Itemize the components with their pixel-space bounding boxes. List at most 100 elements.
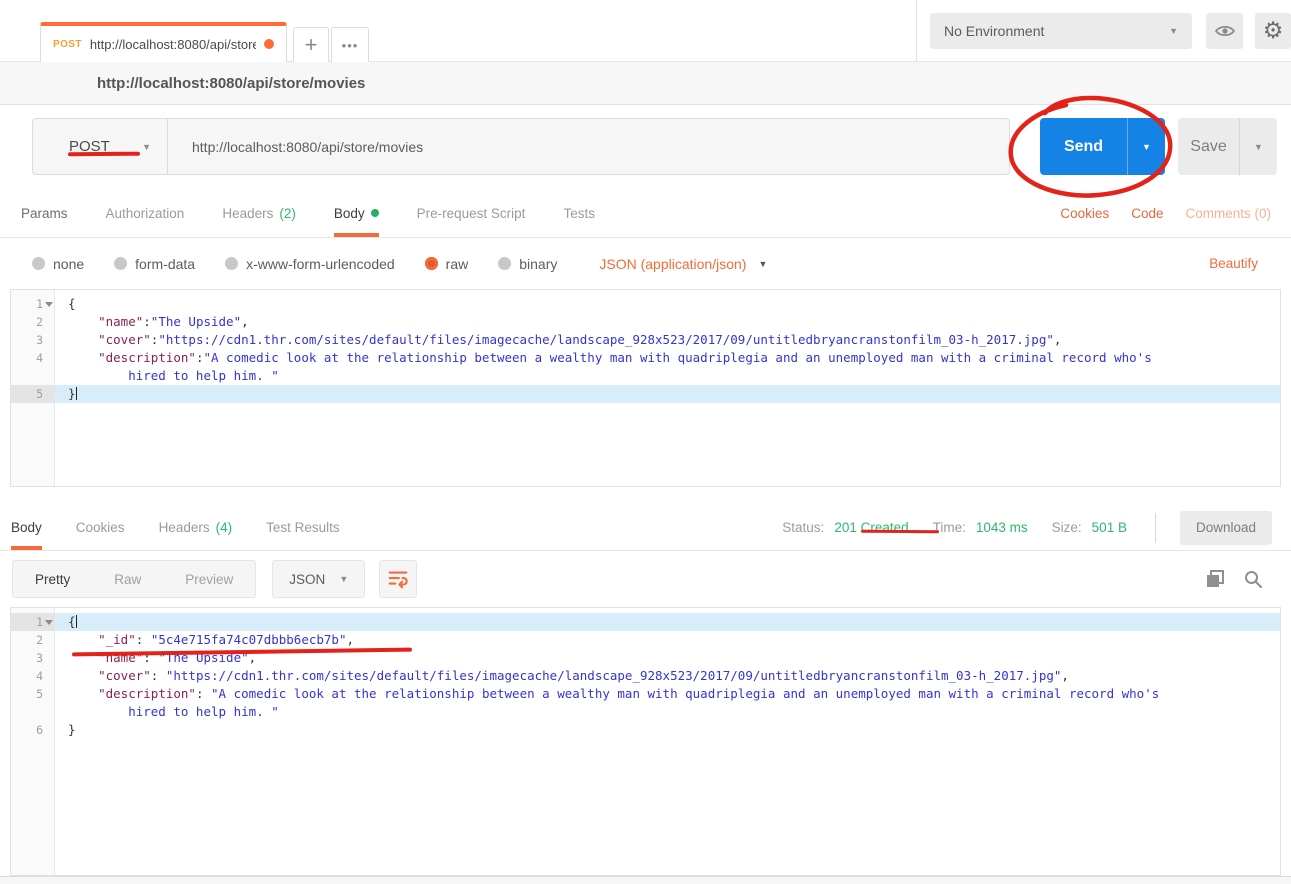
tab-count: (2): [279, 206, 296, 221]
settings-button[interactable]: ⚙: [1255, 13, 1291, 49]
chevron-down-icon: ▼: [1254, 142, 1263, 152]
request-tabs: Params Authorization Headers (2) Body Pre-req…: [0, 190, 595, 237]
response-tabs: Body Cookies Headers (4) Test Results: [0, 505, 340, 550]
fold-caret-icon[interactable]: [45, 302, 53, 307]
chevron-down-icon: ▼: [758, 259, 767, 269]
code-line: 4 "description":"A comedic look at the r…: [11, 349, 1280, 367]
tab-label: Tests: [563, 206, 595, 221]
body-mode-form-data[interactable]: form-data: [114, 256, 195, 272]
content-type-label: JSON (application/json): [599, 256, 746, 272]
line-number: 4: [11, 349, 55, 367]
send-button[interactable]: Send ▼: [1040, 118, 1165, 175]
link-cookies[interactable]: Cookies: [1060, 206, 1109, 221]
request-tab-tests[interactable]: Tests: [563, 190, 595, 237]
environment-quick-look-button[interactable]: [1206, 13, 1243, 49]
tab-label: Headers: [222, 206, 273, 221]
time-label: Time:: [933, 520, 966, 535]
gear-icon: ⚙: [1263, 20, 1284, 43]
line-content: "cover": "https://cdn1.thr.com/sites/def…: [55, 667, 1280, 685]
mode-label: binary: [519, 256, 557, 272]
link-comments-0[interactable]: Comments (0): [1185, 206, 1271, 221]
beautify-link[interactable]: Beautify: [1209, 256, 1291, 271]
response-tab-cookies[interactable]: Cookies: [76, 505, 125, 550]
copy-icon[interactable]: [1205, 569, 1225, 589]
size-label: Size:: [1052, 520, 1082, 535]
line-number: 4: [11, 667, 55, 685]
tab-url-label: http://localhost:8080/api/store/: [90, 37, 256, 52]
code-line: 4 "cover": "https://cdn1.thr.com/sites/d…: [11, 667, 1280, 685]
save-label[interactable]: Save: [1178, 118, 1239, 175]
body-set-dot-icon: [371, 209, 379, 217]
view-preview[interactable]: Preview: [163, 572, 255, 587]
line-number: [11, 367, 55, 385]
response-body-editor[interactable]: 1{2 "_id": "5c4e715fa74c07dbbb6ecb7b",3 …: [10, 607, 1281, 876]
content-type-dropdown[interactable]: JSON (application/json) ▼: [599, 256, 767, 272]
tab-options-button[interactable]: •••: [331, 27, 369, 62]
chevron-down-icon: ▼: [339, 574, 348, 584]
response-tab-body[interactable]: Body: [11, 505, 42, 550]
body-mode-raw[interactable]: raw: [425, 256, 469, 272]
format-label: JSON: [289, 572, 325, 587]
code-line: hired to help him. ": [11, 367, 1280, 385]
line-content: }: [55, 385, 1280, 403]
radio-icon: [225, 257, 238, 270]
mode-label: raw: [446, 256, 469, 272]
radio-icon: [425, 257, 438, 270]
status-label: Status:: [782, 520, 824, 535]
text-cursor: [76, 387, 77, 400]
line-content: "name":"The Upside",: [55, 313, 1280, 331]
line-number: 6: [11, 721, 55, 739]
send-label[interactable]: Send: [1040, 118, 1127, 175]
send-options-button[interactable]: ▼: [1127, 118, 1165, 175]
search-icon[interactable]: [1243, 569, 1263, 589]
fold-caret-icon[interactable]: [45, 620, 53, 625]
view-pretty[interactable]: Pretty: [13, 572, 92, 587]
request-tab-headers[interactable]: Headers (2): [222, 190, 296, 237]
new-tab-button[interactable]: +: [293, 27, 329, 62]
size-value: 501 B: [1092, 520, 1127, 535]
response-status-group: Status: 201 Created Time: 1043 ms Size: …: [782, 505, 1291, 550]
request-tab-pre-request-script[interactable]: Pre-request Script: [417, 190, 526, 237]
line-number: 3: [11, 331, 55, 349]
tab-label: Body: [11, 520, 42, 535]
request-body-editor[interactable]: 1{2 "name":"The Upside",3 "cover":"https…: [10, 289, 1281, 487]
url-input[interactable]: [168, 119, 1009, 174]
environment-selector[interactable]: No Environment ▼: [930, 13, 1192, 49]
response-format-dropdown[interactable]: JSON ▼: [272, 560, 365, 598]
line-number: 5: [11, 685, 55, 703]
method-dropdown[interactable]: POST ▼: [33, 119, 168, 174]
save-button[interactable]: Save ▼: [1178, 118, 1277, 175]
body-mode-none[interactable]: none: [32, 256, 84, 272]
radio-icon: [498, 257, 511, 270]
request-tab-params[interactable]: Params: [21, 190, 68, 237]
wrap-text-icon: [387, 568, 409, 590]
method-label: POST: [69, 138, 110, 155]
link-code[interactable]: Code: [1131, 206, 1163, 221]
mode-label: none: [53, 256, 84, 272]
request-tab-body[interactable]: Body: [334, 190, 379, 237]
response-tab-test-results[interactable]: Test Results: [266, 505, 340, 550]
tab-count: (4): [216, 520, 233, 535]
body-mode-x-www-form-urlencoded[interactable]: x-www-form-urlencoded: [225, 256, 395, 272]
chevron-down-icon: ▼: [142, 142, 151, 152]
response-tab-headers[interactable]: Headers (4): [159, 505, 233, 550]
open-request-tab[interactable]: POST http://localhost:8080/api/store/: [40, 22, 287, 62]
line-content: hired to help him. ": [55, 367, 1280, 385]
tab-strip: POST http://localhost:8080/api/store/ + …: [0, 0, 1291, 62]
radio-icon: [114, 257, 127, 270]
tab-label: Headers: [159, 520, 210, 535]
wrap-lines-button[interactable]: [379, 560, 417, 598]
time-value: 1043 ms: [976, 520, 1028, 535]
save-options-button[interactable]: ▼: [1239, 118, 1277, 175]
divider: [1155, 513, 1156, 543]
line-content: {: [55, 613, 1280, 631]
line-number: 2: [11, 313, 55, 331]
download-button[interactable]: Download: [1180, 511, 1272, 545]
environment-label: No Environment: [944, 23, 1044, 39]
body-mode-binary[interactable]: binary: [498, 256, 557, 272]
chevron-down-icon: ▼: [1169, 26, 1178, 36]
view-raw[interactable]: Raw: [92, 572, 163, 587]
request-tab-authorization[interactable]: Authorization: [106, 190, 185, 237]
line-number: [11, 703, 55, 721]
body-type-bar: none form-data x-www-form-urlencoded raw bin…: [0, 238, 1291, 289]
